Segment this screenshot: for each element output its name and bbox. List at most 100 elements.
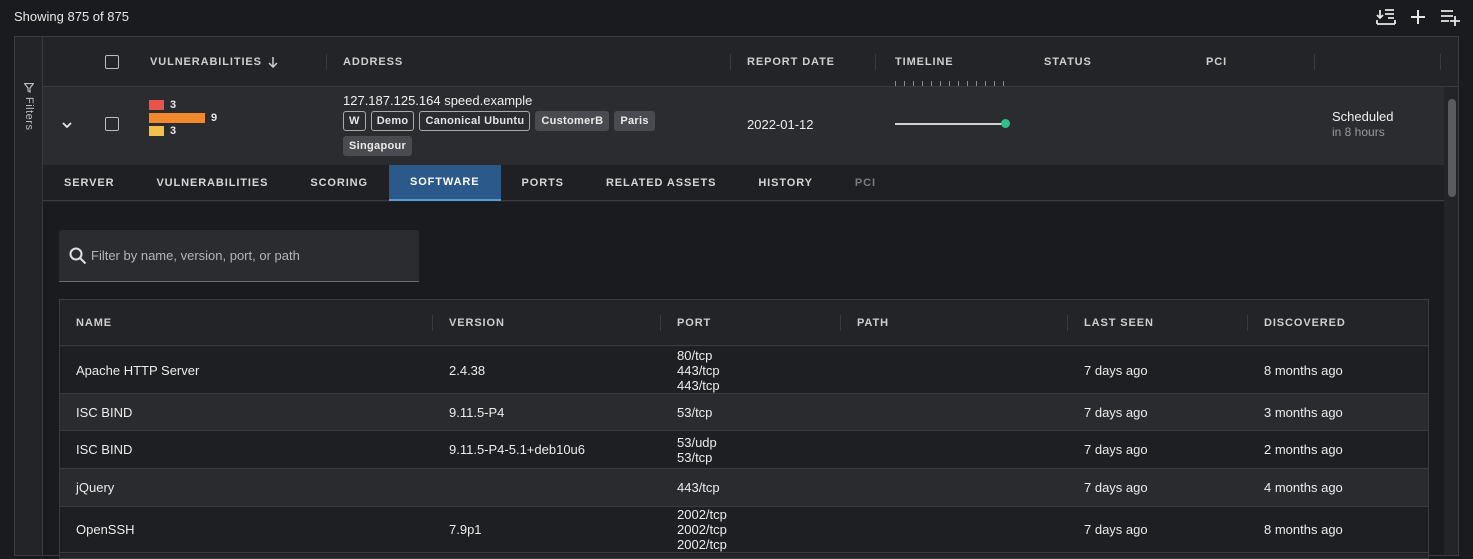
filters-rail: Filters [15, 37, 43, 555]
software-last-seen: 7 days ago [1084, 442, 1148, 457]
software-discovered: 8 months ago [1264, 522, 1343, 537]
software-port: 2002/tcp [677, 522, 727, 537]
software-discovered: 8 months ago [1264, 362, 1343, 378]
software-port: 53/tcp [677, 449, 713, 465]
software-version: 9.11.5-P4-5.1+deb10u6 [449, 442, 586, 457]
software-ports: 53/tcp [677, 394, 712, 430]
column-vulnerabilities[interactable]: VULNERABILITIES [150, 37, 278, 87]
download-list-icon[interactable] [1375, 6, 1397, 28]
software-discovered: 4 months ago [1264, 480, 1343, 495]
software-discovered: 2 months ago [1264, 442, 1343, 457]
tab-ports[interactable]: PORTS [501, 165, 585, 201]
row-checkbox[interactable] [105, 117, 119, 131]
column-separator [1440, 54, 1441, 70]
software-port: 443/tcp [677, 377, 720, 393]
column-separator [875, 54, 876, 70]
tab-history[interactable]: HISTORY [737, 165, 834, 201]
software-name: Apache HTTP Server [76, 362, 200, 378]
column-pci-label: PCI [1206, 56, 1228, 68]
results-count: Showing 875 of 875 [14, 9, 129, 24]
filters-label: Filters [23, 97, 35, 131]
software-version: 2.4.38 [449, 362, 486, 378]
software-search[interactable] [59, 230, 419, 282]
software-row[interactable]: ISC BIND 9.11.5-P4-5.1+deb10u6 7 days ago 2… [60, 431, 1428, 469]
column-status-label: STATUS [1044, 56, 1092, 68]
software-port: 2002/tcp [677, 537, 727, 552]
software-row[interactable]: Apache HTTP Server 2.4.38 7 days ago 8 mont… [60, 347, 1428, 394]
software-name: ISC BIND [76, 404, 133, 420]
vulnerability-count: 3 [170, 125, 177, 137]
column-separator [660, 315, 661, 331]
sw-column-version[interactable]: VERSION [449, 300, 505, 346]
software-port: 53/tcp [677, 404, 713, 420]
arrow-down-icon [268, 56, 278, 68]
tab-vulnerabilities[interactable]: VULNERABILITIES [135, 165, 289, 201]
vulnerability-count: 3 [170, 99, 177, 111]
software-ports: 80/tcp 443/tcp 443/tcp [677, 347, 720, 393]
sw-column-name[interactable]: NAME [76, 300, 112, 346]
column-separator [1314, 54, 1315, 70]
timeline-dot[interactable] [1001, 119, 1010, 128]
asset-tag[interactable]: W [343, 111, 366, 131]
asset-tag[interactable]: CustomerB [535, 111, 610, 131]
sw-column-last-seen[interactable]: LAST SEEN [1084, 300, 1154, 346]
tab-scoring[interactable]: SCORING [289, 165, 389, 201]
software-port: 2002/tcp [677, 507, 727, 522]
column-address[interactable]: ADDRESS [343, 37, 403, 87]
column-separator [840, 315, 841, 331]
asset-tag[interactable]: Singapour [343, 136, 413, 156]
column-separator [1247, 315, 1248, 331]
add-to-list-icon[interactable] [1439, 6, 1461, 28]
asset-tag[interactable]: Canonical Ubuntu [419, 111, 531, 131]
sw-column-discovered[interactable]: DISCOVERED [1264, 300, 1346, 346]
assets-table-header: VULNERABILITIES ADDRESS REPORT DATE TIME… [43, 37, 1458, 87]
asset-row[interactable]: 393 127.187.125.164 speed.example W Demo C… [43, 87, 1444, 165]
tab-related-assets[interactable]: RELATED ASSETS [585, 165, 737, 201]
software-last-seen: 7 days ago [1084, 522, 1148, 537]
vulnerability-bars: 3 9 3 [149, 99, 217, 138]
select-all-checkbox[interactable] [105, 55, 119, 69]
tab-server[interactable]: SERVER [43, 165, 135, 201]
software-row[interactable]: ISC BIND 9.11.5-P4 7 days ago 3 months ago 5… [60, 394, 1428, 431]
software-search-input[interactable] [91, 248, 391, 263]
tab-pci: PCI [854, 177, 876, 189]
column-vulnerabilities-label: VULNERABILITIES [150, 56, 262, 68]
column-status[interactable]: STATUS [1044, 37, 1092, 87]
timeline-ticks [895, 81, 1004, 86]
filter-funnel-icon [24, 83, 34, 93]
chevron-down-icon[interactable] [59, 117, 75, 133]
asset-tag[interactable]: Demo [370, 111, 415, 131]
assets-table-frame: Filters VULNERABILITIES ADDRESS REPORT D… [14, 36, 1459, 559]
select-all-cell [105, 37, 119, 87]
software-row[interactable]: OpenSSH 7.9p1 7 days ago 8 months ago 2002/t… [60, 507, 1428, 553]
software-table-header: NAME VERSION PORT PATH LAST SEEN DISCOVE… [60, 300, 1428, 346]
column-separator [1067, 315, 1068, 331]
column-report-date[interactable]: REPORT DATE [747, 37, 835, 87]
software-row[interactable]: jQuery 7 days ago 4 months ago 443/tcp [60, 469, 1428, 507]
software-ports: 2002/tcp 2002/tcp 2002/tcp [677, 507, 727, 552]
assets-main: VULNERABILITIES ADDRESS REPORT DATE TIME… [43, 37, 1458, 559]
software-port: 443/tcp [677, 362, 720, 378]
software-ports: 53/udp 53/tcp [677, 431, 717, 468]
software-port: 80/tcp [677, 347, 713, 363]
column-separator [326, 54, 327, 70]
status-scheduled-time: in 8 hours [1332, 125, 1385, 139]
plus-icon[interactable] [1407, 6, 1429, 28]
column-timeline-label: TIMELINE [895, 56, 954, 68]
asset-tag[interactable]: Paris [614, 111, 655, 131]
asset-address[interactable]: 127.187.125.164 speed.example [343, 93, 532, 108]
software-discovered: 3 months ago [1264, 404, 1343, 420]
column-pci[interactable]: PCI [1206, 37, 1227, 87]
filters-toggle[interactable]: Filters [21, 83, 37, 143]
column-timeline[interactable]: TIMELINE [895, 37, 954, 87]
tab-software[interactable]: SOFTWARE [388, 165, 501, 201]
search-icon [69, 247, 87, 264]
software-last-seen: 7 days ago [1084, 480, 1148, 495]
software-last-seen: 7 days ago [1084, 404, 1148, 420]
vertical-scrollbar[interactable] [1448, 99, 1456, 197]
sw-column-path[interactable]: PATH [857, 300, 889, 346]
vulnerability-count: 9 [211, 112, 218, 124]
sw-column-port[interactable]: PORT [677, 300, 711, 346]
software-last-seen: 7 days ago [1084, 362, 1148, 378]
vulnerability-bar-line: 3 [149, 99, 217, 111]
